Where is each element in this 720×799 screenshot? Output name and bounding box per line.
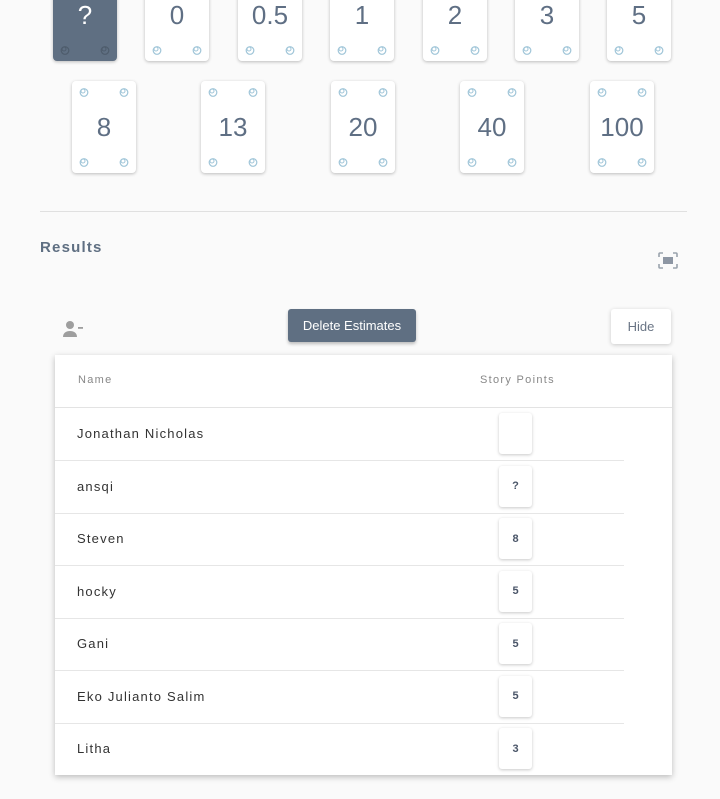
estimate-card-40[interactable]: 40: [460, 81, 524, 173]
card-pip-icon: [597, 157, 607, 167]
card-value: ?: [77, 0, 93, 30]
participant-name: Steven: [77, 531, 125, 546]
card-pip-icon: [119, 157, 129, 167]
card-pip-icon: [562, 45, 572, 55]
card-pip-icon: [597, 87, 607, 97]
card-value: 20: [348, 112, 378, 142]
estimate-card-unknown[interactable]: ?: [53, 0, 117, 61]
estimate-card-20[interactable]: 20: [331, 81, 395, 173]
table-row: Litha 3: [55, 723, 624, 775]
estimate-card-5[interactable]: 5: [607, 0, 671, 61]
story-points-card: 5: [499, 623, 532, 664]
card-value: 0.5: [251, 0, 289, 30]
story-points-card: 3: [499, 728, 532, 769]
card-value: 1: [354, 0, 370, 30]
estimate-card-100[interactable]: 100: [590, 81, 654, 173]
card-pip-icon: [79, 157, 89, 167]
card-value: 0: [169, 0, 185, 30]
card-value: 3: [539, 0, 555, 30]
estimate-card-8[interactable]: 8: [72, 81, 136, 173]
card-pip-icon: [377, 45, 387, 55]
card-value: 5: [631, 0, 647, 30]
card-pip-icon: [637, 87, 647, 97]
card-pip-icon: [152, 45, 162, 55]
table-row: ansqi?: [55, 461, 624, 514]
participant-name: Jonathan Nicholas: [77, 426, 205, 441]
card-pip-icon: [507, 157, 517, 167]
card-pip-icon: [208, 87, 218, 97]
table-row: hocky 5: [55, 566, 624, 619]
card-pip-icon: [522, 45, 532, 55]
estimate-card-0[interactable]: 0: [145, 0, 209, 61]
card-pip-icon: [119, 87, 129, 97]
fullscreen-icon[interactable]: [658, 252, 678, 269]
card-pip-icon: [614, 45, 624, 55]
card-pip-icon: [79, 87, 89, 97]
card-pip-icon: [378, 157, 388, 167]
card-value: 13: [218, 112, 248, 142]
card-pip-icon: [337, 45, 347, 55]
estimate-card-13[interactable]: 13: [201, 81, 265, 173]
story-points-card: 5: [499, 570, 532, 612]
card-pip-icon: [654, 45, 664, 55]
results-table: Name Story Points Jonathan Nicholas ansqi…: [55, 355, 672, 775]
card-pip-icon: [248, 87, 258, 97]
card-value: 2: [447, 0, 463, 30]
table-row: Jonathan Nicholas: [55, 408, 624, 461]
card-value: 8: [96, 112, 112, 142]
table-row: Gani 5: [55, 618, 624, 671]
card-pip-icon: [338, 87, 348, 97]
card-pip-icon: [637, 157, 647, 167]
story-points-card: 5: [499, 675, 532, 717]
hide-button[interactable]: Hide: [611, 309, 671, 344]
participant-name: ansqi: [77, 478, 115, 494]
card-pip-icon: [378, 87, 388, 97]
participant-name: Litha: [77, 741, 112, 756]
estimate-card-3[interactable]: 3: [515, 0, 579, 61]
card-pip-icon: [467, 157, 477, 167]
participant-name: Eko Julianto Salim: [77, 688, 206, 704]
estimate-card-1[interactable]: 1: [330, 0, 394, 61]
card-pip-icon: [285, 45, 295, 55]
card-pip-icon: [192, 45, 202, 55]
delete-estimates-button[interactable]: Delete Estimates: [288, 309, 416, 342]
card-pip-icon: [60, 45, 70, 55]
card-value: 100: [600, 112, 644, 142]
card-value: 40: [477, 112, 507, 142]
table-row: Eko Julianto Salim 5: [55, 671, 624, 724]
card-pip-icon: [507, 87, 517, 97]
card-pip-icon: [248, 157, 258, 167]
estimate-card-0-5[interactable]: 0.5: [238, 0, 302, 61]
card-pip-icon: [100, 45, 110, 55]
card-pip-icon: [245, 45, 255, 55]
table-row: Steven 8: [55, 513, 624, 566]
participant-name: hocky: [77, 583, 117, 599]
story-points-card: [499, 413, 532, 454]
person-remove-icon[interactable]: [63, 320, 85, 338]
story-points-card: 8: [499, 518, 532, 559]
card-pip-icon: [338, 157, 348, 167]
card-pip-icon: [470, 45, 480, 55]
column-header-name: Name: [78, 374, 113, 386]
divider: [40, 211, 687, 212]
card-pip-icon: [430, 45, 440, 55]
column-header-story-points: Story Points: [480, 374, 555, 386]
results-title: Results: [40, 239, 103, 256]
card-pip-icon: [208, 157, 218, 167]
participant-name: Gani: [77, 636, 110, 651]
card-pip-icon: [467, 87, 477, 97]
story-points-card: ?: [499, 465, 532, 507]
estimate-card-2[interactable]: 2: [423, 0, 487, 61]
